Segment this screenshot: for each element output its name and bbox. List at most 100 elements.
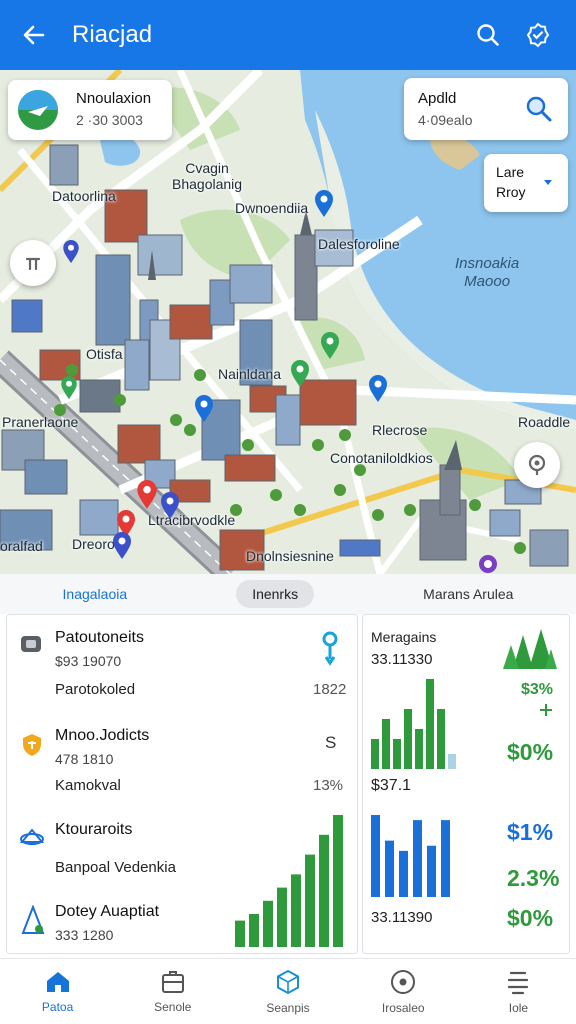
chart-bar <box>448 754 456 769</box>
nav-item-explore[interactable]: Seanpis <box>230 959 345 1024</box>
left-bar-chart <box>235 815 343 947</box>
row-label: Banpoal Vedenkia <box>55 859 176 876</box>
nav-item-list[interactable]: Iole <box>461 959 576 1024</box>
percent-label: $1% <box>507 819 554 845</box>
forest-icon <box>503 629 557 669</box>
map-background <box>0 70 576 574</box>
map-label: Rlecrose <box>372 422 428 438</box>
back-arrow-icon[interactable] <box>16 17 52 53</box>
chart-bar <box>319 834 329 947</box>
nav-item-home[interactable]: Patoa <box>0 959 115 1024</box>
stats-panel-left: Patoutoneits $93 19070 Parotokoled 1822 … <box>6 614 358 954</box>
right-panel-title: Meragains <box>371 629 437 645</box>
chart-bar <box>399 850 408 897</box>
compass-icon <box>528 454 546 475</box>
map-pin-icon[interactable] <box>314 190 334 218</box>
chart-bar <box>441 820 450 897</box>
chart-bar <box>415 729 423 769</box>
layer-card[interactable]: Lare Rroy <box>484 154 568 212</box>
map-pin-icon[interactable] <box>136 480 158 510</box>
row-title: Patoutoneits <box>55 629 144 646</box>
map-pin-icon[interactable] <box>112 532 132 560</box>
location-card-subtitle: 2 ·30 3003 <box>76 112 143 128</box>
tab-intervals[interactable]: Inenrks <box>236 580 315 608</box>
app-bar: Riacjad <box>0 0 576 70</box>
location-card[interactable]: Nnoulaxion 2 ·30 3003 <box>8 80 172 140</box>
chart-bar <box>371 815 380 897</box>
chart-bar <box>385 840 394 897</box>
row-label: Kamokval <box>55 777 121 794</box>
target-icon <box>391 969 416 994</box>
search-icon[interactable] <box>466 13 510 57</box>
cube-icon <box>277 969 299 994</box>
layer-card-line1: Lare <box>496 164 525 180</box>
right-panel-value: 33.11330 <box>371 651 433 668</box>
map-pin-icon[interactable] <box>62 240 80 264</box>
map-pin-icon[interactable] <box>320 332 340 360</box>
home-icon <box>46 971 69 992</box>
map-pin-icon[interactable] <box>60 376 78 400</box>
row-subtitle: 478 1810 <box>55 751 114 767</box>
percent-label: $3% <box>521 681 554 698</box>
magnifier-icon[interactable] <box>524 94 554 124</box>
inbox-icon <box>161 970 184 993</box>
tab-markets[interactable]: Marans Arulea <box>407 580 529 608</box>
search-card-title: Apdld <box>418 90 457 107</box>
pin-outline-icon <box>25 257 41 271</box>
nav-item-inbox[interactable]: Senole <box>115 959 230 1024</box>
chart-bar <box>427 845 436 897</box>
map-label: Cvagin Bhagolanig <box>172 160 243 192</box>
chart-bar <box>404 709 412 769</box>
map-pin-icon[interactable] <box>290 360 310 388</box>
right-panel-value: $37.1 <box>371 777 412 794</box>
shield-icon <box>23 734 41 756</box>
right-panel-value: 33.11390 <box>371 909 433 926</box>
map-label: Nainldana <box>218 366 282 382</box>
percent-label: $0% <box>507 905 554 931</box>
row-title: Dotey Auaptiat <box>55 903 160 920</box>
map-label: Otisfa <box>86 346 123 362</box>
chart-bar <box>235 920 245 947</box>
row-label: Parotokoled <box>55 681 136 698</box>
map-pin-icon[interactable] <box>160 492 180 520</box>
nav-label: Senole <box>154 999 192 1014</box>
map-label: Datoorlina <box>52 188 116 204</box>
map-label: Dalesforoline <box>318 236 400 252</box>
right-top-bar-chart <box>371 679 456 769</box>
search-card[interactable]: Apdld 4·09ealo <box>404 78 568 140</box>
chart-bar <box>382 719 390 769</box>
chart-bar <box>277 887 287 947</box>
map-label: Dwnoendiia <box>235 200 309 216</box>
chevron-down-icon <box>544 180 552 185</box>
link-icon[interactable] <box>319 631 341 667</box>
nav-label: Seanpis <box>266 1000 310 1015</box>
chart-bar <box>437 709 445 769</box>
map-label: Conotaniloldkios <box>330 450 433 466</box>
tree-icon <box>21 905 45 934</box>
row-value: 13% <box>313 777 344 794</box>
locate-button[interactable] <box>10 240 56 286</box>
chart-bar <box>413 820 422 897</box>
row-subtitle: 333 1280 <box>55 927 114 943</box>
compass-button[interactable] <box>514 442 560 488</box>
tab-bar: Inagalaoia Inenrks Marans Arulea <box>0 574 576 614</box>
right-bottom-bar-chart <box>371 815 450 897</box>
bottom-nav: Patoa Senole Seanpis Irosaleo Iole <box>0 958 576 1024</box>
chart-bar <box>333 815 343 947</box>
map-pin-icon[interactable] <box>368 375 388 403</box>
tab-overview[interactable]: Inagalaoia <box>47 580 144 608</box>
map-label: Roaddle <box>518 414 571 430</box>
map-water-label: Insnoakia Maooo <box>455 255 520 290</box>
map-pin-icon[interactable] <box>478 554 498 574</box>
map-label: Dnolnsiesnine <box>246 548 334 564</box>
percent-label: 2.3% <box>507 865 560 891</box>
stats-panel-right: Meragains 33.11330 $3% $0% $37.1 $1% 2.3… <box>362 614 570 954</box>
nav-item-places[interactable]: Irosaleo <box>346 959 461 1024</box>
map-view[interactable]: Datoorlina Cvagin Bhagolanig Dwnoendiia … <box>0 70 576 574</box>
map-pin-icon[interactable] <box>194 395 214 423</box>
row-value: 1822 <box>313 681 347 698</box>
map-label: Pranerlaone <box>2 414 79 430</box>
nav-label: Iole <box>508 1000 529 1015</box>
nav-label: Irosaleo <box>381 1000 425 1015</box>
settings-icon[interactable] <box>516 13 560 57</box>
